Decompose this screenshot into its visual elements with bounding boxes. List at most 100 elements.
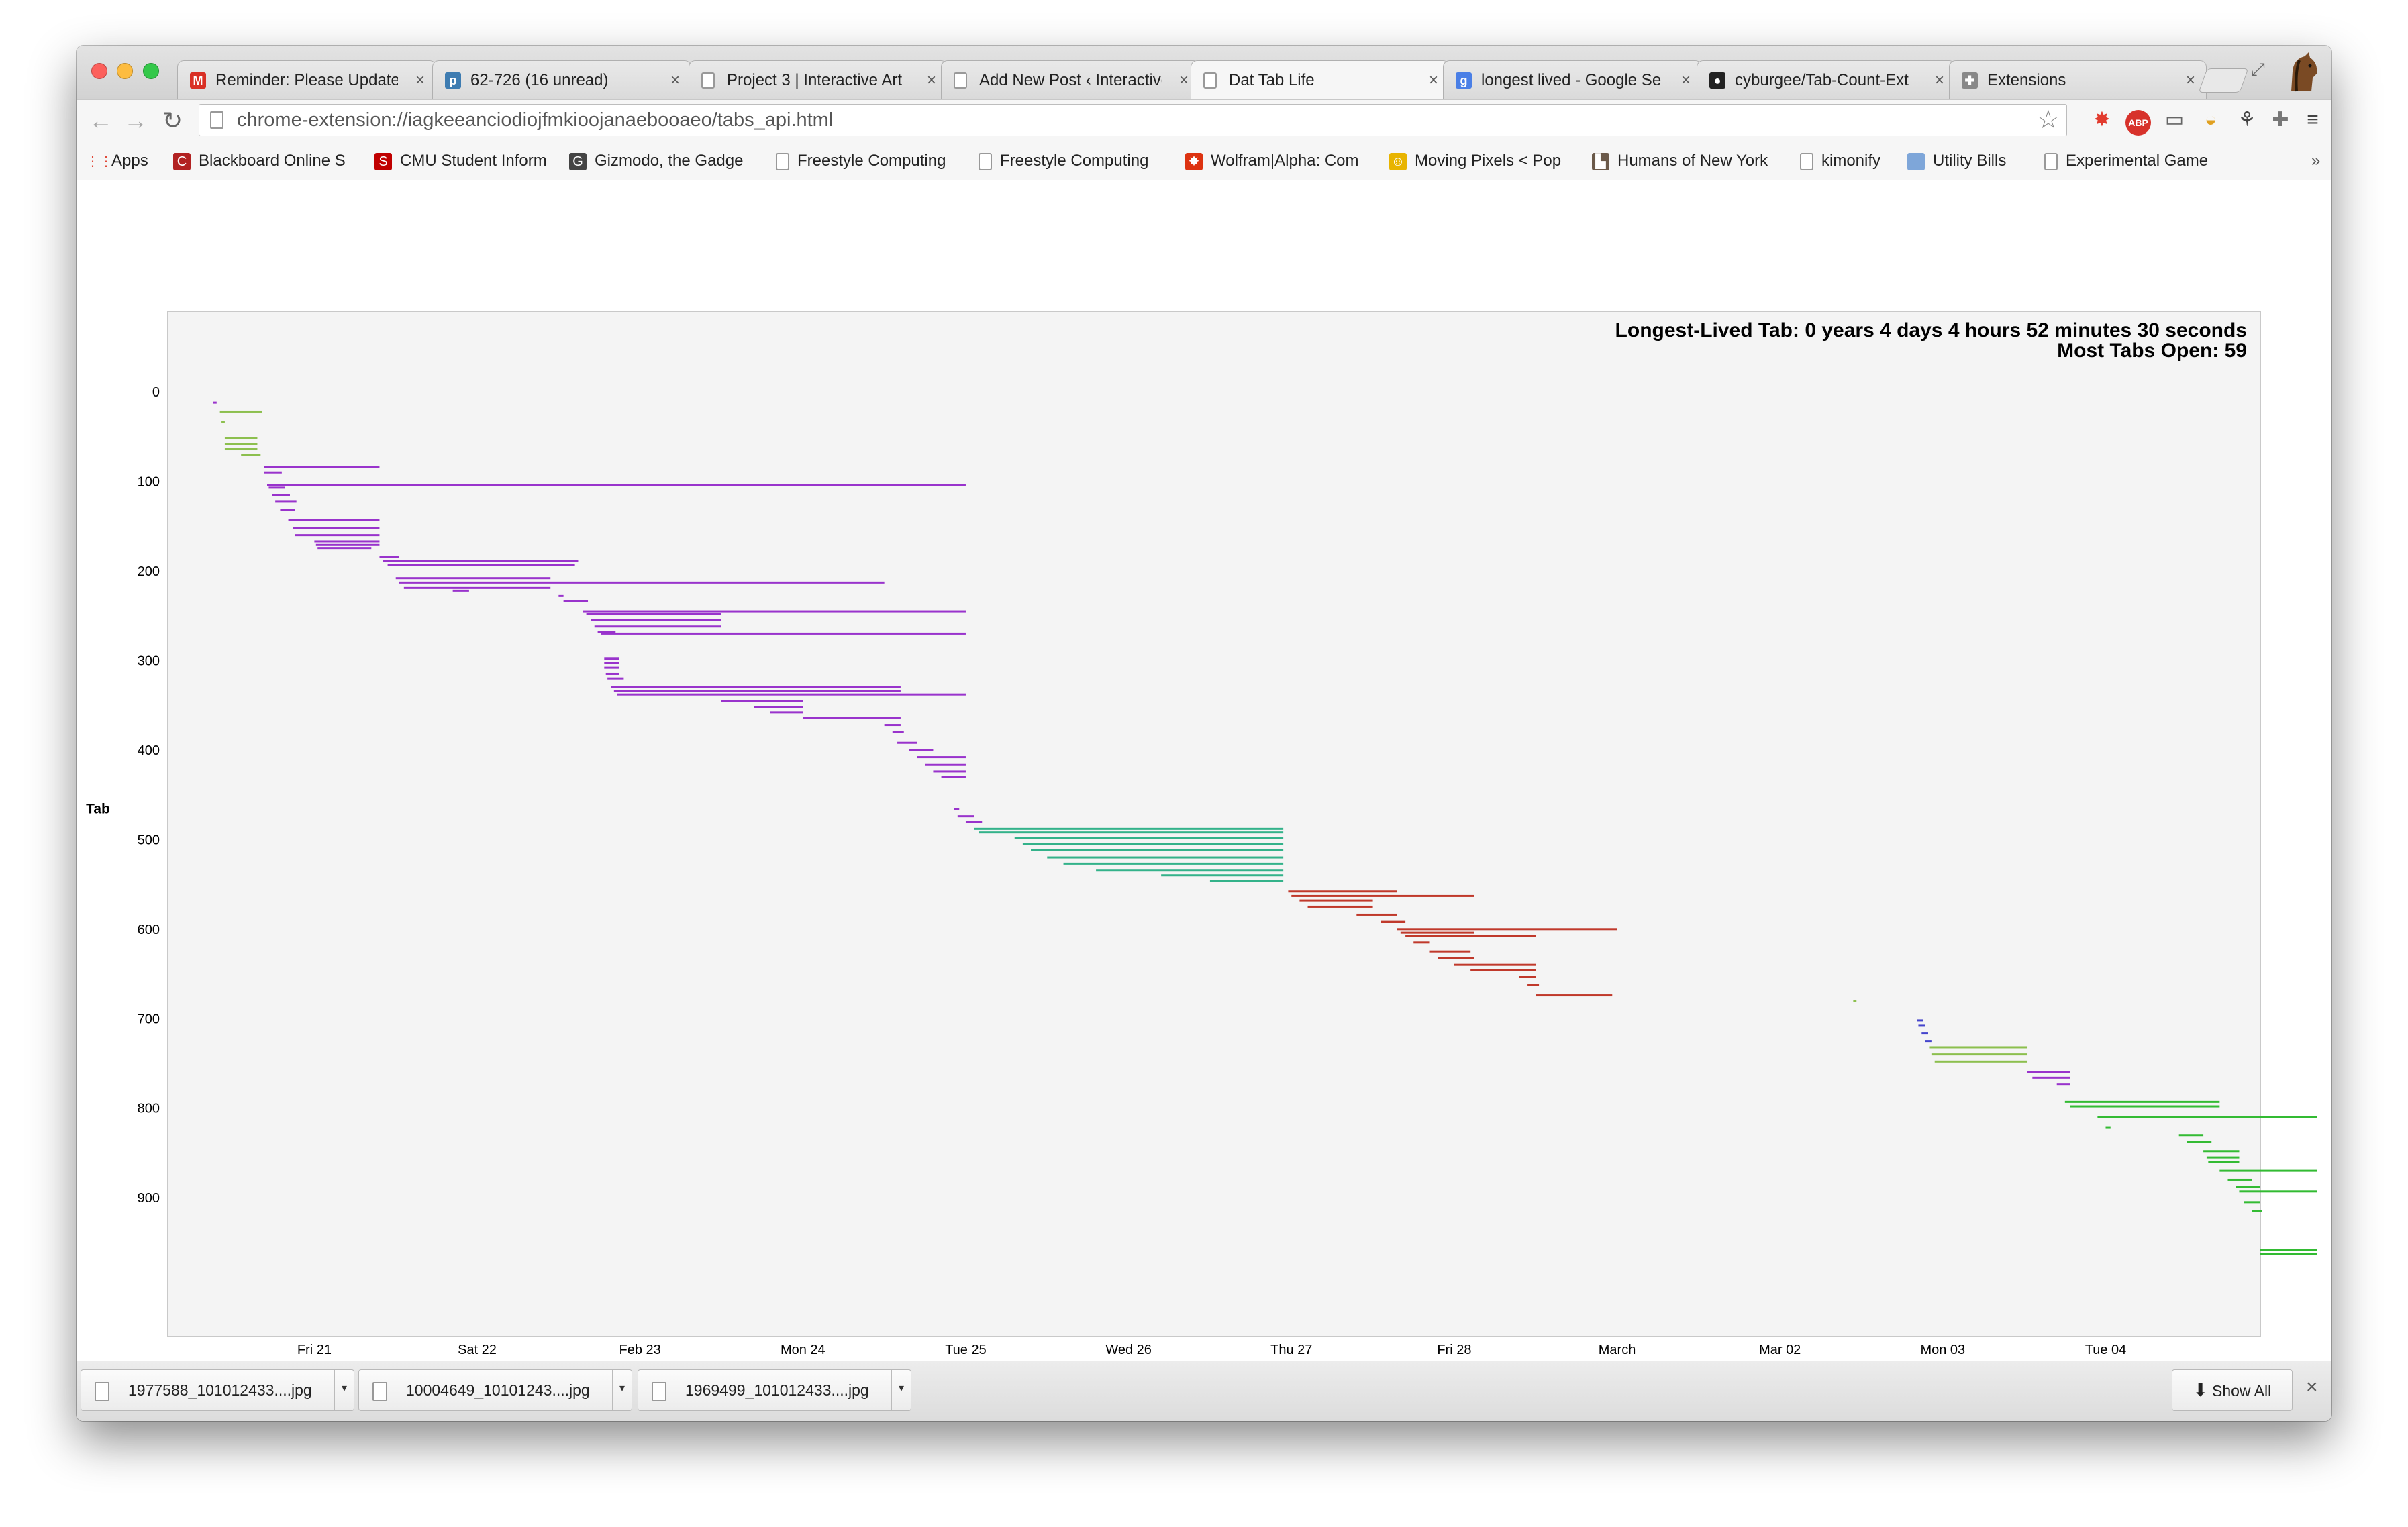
tab-lifetime-bar [754, 706, 803, 708]
new-tab-button[interactable] [2198, 68, 2249, 93]
bookmark-item[interactable]: ⋮⋮Apps [86, 142, 160, 180]
bookmark-label: Apps [111, 152, 148, 170]
page-icon [210, 111, 223, 129]
menu-icon[interactable]: ≡ [2298, 105, 2327, 135]
tab-close-icon[interactable]: × [2186, 61, 2195, 99]
tab-lifetime-bar [1921, 1032, 1929, 1035]
extension-feather-icon[interactable]: ⚘ [2232, 105, 2262, 135]
tab-close-icon[interactable]: × [1429, 61, 1438, 99]
bookmark-item[interactable]: C Blackboard Online S [173, 142, 368, 180]
download-item[interactable]: 1977588_101012433....jpg ▾ [81, 1369, 354, 1411]
tab-2[interactable]: Project 3 | Interactive Art × [689, 60, 948, 99]
address-bar[interactable]: chrome-extension://iagkeeanciodiojfmkioo… [199, 104, 2067, 136]
tab-lifetime-bar [317, 547, 372, 550]
tab-lifetime-bar [933, 770, 966, 773]
tab-title: 62-726 (16 unread) [470, 71, 609, 89]
tab-lifetime-bar [2105, 1126, 2111, 1129]
bookmark-item[interactable]: Experimental Game [2044, 142, 2239, 180]
folder-icon [1907, 152, 1925, 170]
most-tabs-stat: Most Tabs Open: 59 [2057, 339, 2247, 362]
tab-lifetime-bar [1934, 1060, 2028, 1063]
tab-4[interactable]: Dat Tab Life × [1191, 60, 1450, 99]
page-icon [1800, 152, 1813, 170]
tab-close-icon[interactable]: × [1179, 61, 1189, 99]
download-menu-chevron-icon[interactable]: ▾ [334, 1370, 354, 1410]
tab-close-icon[interactable]: × [670, 61, 680, 99]
tab-lifetime-bar [979, 831, 1284, 834]
puzzle-icon: ✚ [1962, 72, 1978, 89]
tab-lifetime-bar [224, 448, 258, 451]
tab-lifetime-bar [1022, 843, 1284, 845]
cast-icon[interactable]: ▭ [2160, 105, 2189, 135]
tab-6[interactable]: ● cyburgee/Tab-Count-Ext × [1697, 60, 1956, 99]
tab-lifetime-bar [957, 815, 974, 818]
bookmark-item[interactable]: ▙ Humans of New York [1592, 142, 1793, 180]
tab-7[interactable]: ✚ Extensions × [1949, 60, 2207, 99]
show-all-downloads-button[interactable]: ⬇ Show All [2172, 1369, 2293, 1411]
page-content: 0 100 200 300 400 500 600 700 800 900 Fri 21 Sat 22… [77, 180, 2331, 1380]
y-tick-label: 0 [152, 385, 160, 400]
tab-lifetime-bar [917, 756, 966, 759]
profile-avatar-icon[interactable] [2279, 51, 2322, 94]
fullscreen-icon[interactable]: ⤢ [2251, 59, 2265, 81]
tab-lifetime-bar [591, 619, 721, 621]
bookmarks-bar: ⋮⋮Apps C Blackboard Online S S CMU Student I… [77, 142, 2331, 180]
bookmark-label: Moving Pixels < Pop [1415, 152, 1562, 170]
bookmark-item[interactable]: Utility Bills [1907, 142, 2035, 180]
tab-lifetime-bar [395, 577, 551, 580]
bookmark-item[interactable]: Freestyle Computing [979, 142, 1173, 180]
bookmarks-overflow-chevron-icon[interactable]: » [2311, 142, 2320, 180]
tab-0[interactable]: M Reminder: Please Update × [177, 60, 436, 99]
tab-5[interactable]: g longest lived - Google Se × [1443, 60, 1702, 99]
back-button[interactable]: ← [89, 107, 113, 135]
tab-1[interactable]: p 62-726 (16 unread) × [432, 60, 691, 99]
tab-close-icon[interactable]: × [415, 61, 425, 99]
forward-button[interactable]: → [123, 107, 148, 135]
tab-lifetime-bar [1853, 1000, 1857, 1002]
y-axis-label: Tab [86, 802, 110, 817]
tab-lifetime-bar [2187, 1141, 2212, 1143]
download-menu-chevron-icon[interactable]: ▾ [612, 1370, 632, 1410]
download-item[interactable]: 10004649_10101243....jpg ▾ [358, 1369, 632, 1411]
page-icon [979, 152, 992, 170]
tab-close-icon[interactable]: × [927, 61, 936, 99]
bookmark-item[interactable]: G Gizmodo, the Gadge [569, 142, 770, 180]
bookmark-label: CMU Student Inform [400, 152, 547, 170]
tab-lifetime-bar [1063, 862, 1284, 865]
bookmark-item[interactable]: Freestyle Computing [776, 142, 970, 180]
extension-bowl-icon[interactable]: ◒ [2196, 105, 2225, 135]
bookmark-item[interactable]: ✸ Wolfram|Alpha: Com [1185, 142, 1380, 180]
github-icon: ● [1709, 72, 1725, 89]
tab-counter-extension-icon[interactable]: ✸ [2087, 105, 2117, 135]
tab-lifetime-bar [594, 625, 721, 628]
bookmark-star-icon[interactable]: ☆ [2037, 105, 2060, 136]
tab-lifetime-bar [379, 556, 399, 558]
tab-lifetime-bar [280, 509, 295, 511]
tab-lifetime-bar [2203, 1150, 2240, 1153]
tab-close-icon[interactable]: × [1935, 61, 1944, 99]
tab-lifetime-bar [383, 560, 579, 562]
tab-3[interactable]: Add New Post ‹ Interactive × [941, 60, 1200, 99]
google-icon: g [1456, 72, 1472, 89]
tab-lifetime-bar [604, 666, 619, 669]
bookmark-item[interactable]: ☺ Moving Pixels < Pop [1389, 142, 1584, 180]
close-downloads-bar-button[interactable]: × [2306, 1376, 2318, 1399]
tab-strip: M Reminder: Please Update × p 62-726 (16 unr… [77, 46, 2331, 99]
close-window-button[interactable] [91, 63, 107, 79]
x-tick-label: Thu 27 [1270, 1342, 1312, 1357]
tab-lifetime-bar [267, 484, 966, 486]
minimize-window-button[interactable] [117, 63, 134, 79]
reload-button[interactable]: ↻ [162, 107, 183, 135]
bookmark-item[interactable]: S CMU Student Inform [374, 142, 562, 180]
tab-lifetime-bar [221, 421, 225, 423]
show-all-label: Show All [2211, 1382, 2272, 1400]
adblock-plus-icon[interactable]: ABP [2123, 105, 2153, 136]
download-menu-chevron-icon[interactable]: ▾ [891, 1370, 911, 1410]
tab-lifetime-bar [2260, 1253, 2317, 1255]
bookmark-item[interactable]: kimonify [1800, 142, 1901, 180]
downloads-bar: 1977588_101012433....jpg ▾ 10004649_101012… [77, 1361, 2331, 1421]
zoom-window-button[interactable] [142, 63, 159, 79]
puzzle-extension-icon[interactable]: ✚ [2266, 105, 2295, 135]
download-item[interactable]: 1969499_101012433....jpg ▾ [638, 1369, 911, 1411]
tab-close-icon[interactable]: × [1681, 61, 1691, 99]
